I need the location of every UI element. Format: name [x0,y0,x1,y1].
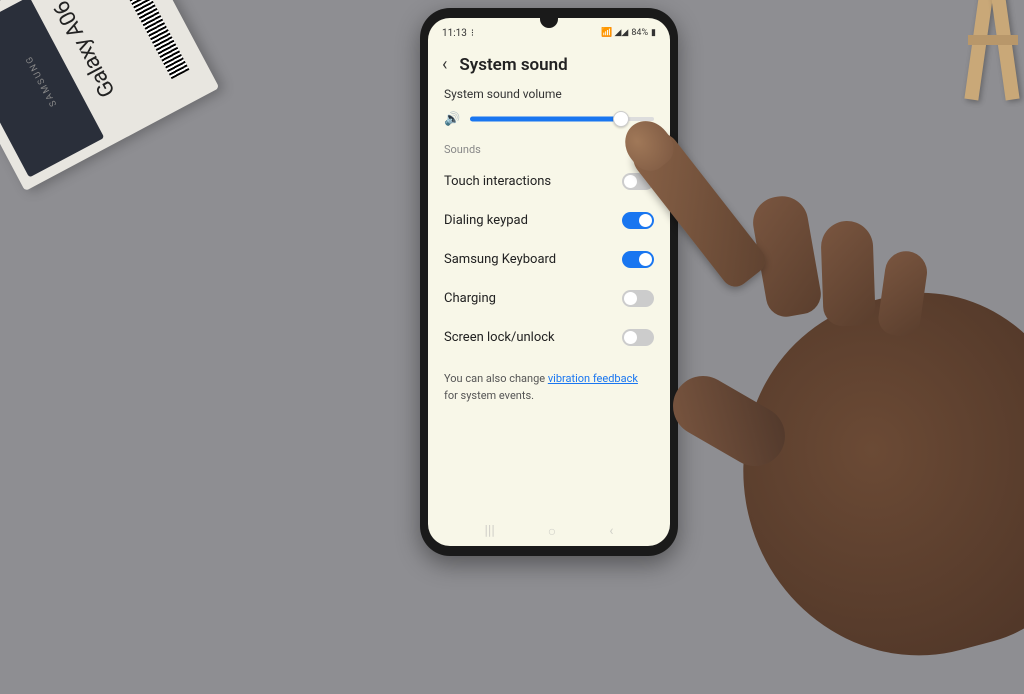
setting-row[interactable]: Dialing keypad [444,201,654,240]
volume-icon: 🔊 [444,112,460,127]
back-nav-button[interactable]: ‹ [609,523,613,540]
page-header: ‹ System sound [428,44,670,87]
home-button[interactable]: ○ [548,523,556,540]
box-image-panel [0,0,104,178]
setting-label: Screen lock/unlock [444,330,555,345]
phone-screen: 11:13 ⁝ 📶 ◢◢ 84% ▮ ‹ System sound System… [428,18,670,546]
setting-row[interactable]: Charging [444,279,654,318]
page-title: System sound [459,55,567,75]
volume-slider[interactable] [470,111,654,127]
signal-icons: 📶 ◢◢ [601,28,628,38]
volume-label: System sound volume [444,87,654,101]
wood-stand [964,0,1024,110]
toggle-switch[interactable] [622,329,654,346]
back-button[interactable]: ‹ [442,54,447,75]
navigation-bar: ||| ○ ‹ [428,523,670,540]
notification-icon: ⁝ [471,28,474,39]
toggle-switch[interactable] [622,290,654,307]
footer-suffix: for system events. [444,389,534,402]
setting-label: Samsung Keyboard [444,252,556,267]
footer-prefix: You can also change [444,372,548,385]
setting-row[interactable]: Touch interactions [444,162,654,201]
vibration-feedback-link[interactable]: vibration feedback [548,372,638,385]
volume-section: System sound volume 🔊 [444,87,654,127]
product-box: SAMSUNG Galaxy A06 [0,0,219,191]
recents-button[interactable]: ||| [485,523,495,540]
barcode-icon [115,0,189,79]
toggle-switch[interactable] [622,251,654,268]
status-time: 11:13 [442,28,467,39]
toggle-switch[interactable] [622,212,654,229]
setting-row[interactable]: Screen lock/unlock [444,318,654,357]
toggle-switch[interactable] [622,173,654,190]
sounds-section-header: Sounds [444,143,654,156]
setting-row[interactable]: Samsung Keyboard [444,240,654,279]
setting-label: Touch interactions [444,174,551,189]
battery-percentage: 84% [631,28,648,38]
footer-text: You can also change vibration feedback f… [444,371,654,404]
setting-label: Dialing keypad [444,213,528,228]
battery-icon: ▮ [651,28,656,38]
phone-device: 11:13 ⁝ 📶 ◢◢ 84% ▮ ‹ System sound System… [420,8,678,556]
hand [624,156,1024,576]
setting-label: Charging [444,291,496,306]
